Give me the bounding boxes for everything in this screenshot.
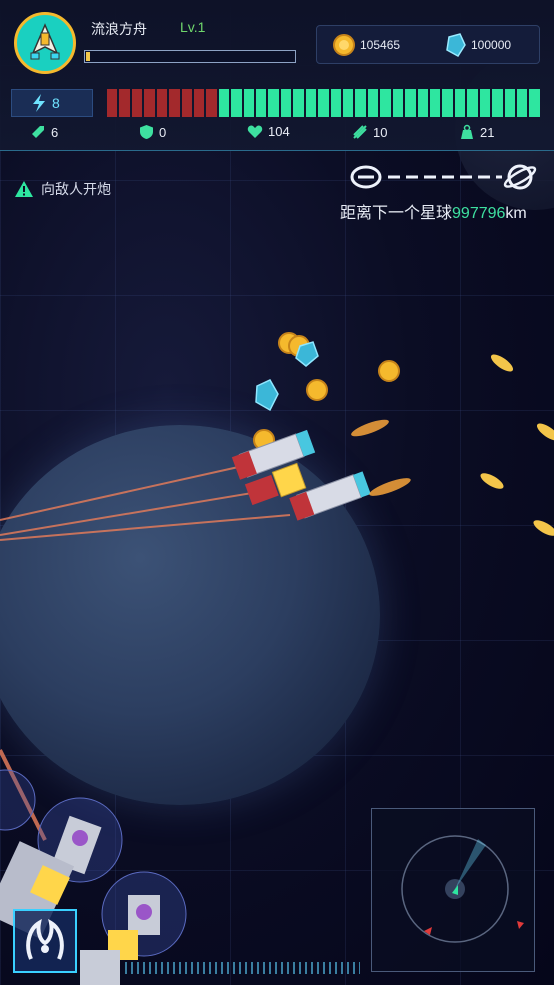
hp-segment <box>268 89 279 117</box>
hp-segment <box>429 89 441 117</box>
hp-segment <box>107 89 118 117</box>
hp-segment <box>305 89 317 117</box>
lightning-icon <box>33 94 45 112</box>
hp-segment <box>280 89 292 117</box>
resource-panel: 105465 100000 <box>316 25 540 64</box>
hp-segment <box>467 89 478 117</box>
speed-value: 10 <box>373 124 388 140</box>
distance-indicator <box>350 164 537 190</box>
hp-segment <box>231 89 242 117</box>
radar-display <box>401 835 524 943</box>
hp-segment <box>516 89 528 117</box>
speed-icon <box>353 125 367 139</box>
stat-shield: 0 <box>139 124 166 140</box>
ship-marker-icon <box>350 165 382 189</box>
crystal-icon <box>446 32 466 57</box>
heart-icon <box>247 125 263 138</box>
distance-prefix: 距离下一个星球 <box>340 205 453 222</box>
hp-segment <box>479 89 491 117</box>
ship-name: 流浪方舟 <box>91 21 147 37</box>
hp-segment <box>330 89 342 117</box>
shield-icon <box>140 125 153 139</box>
hp-segment <box>256 89 267 117</box>
hp-segment <box>144 89 155 117</box>
hp-segment <box>243 89 255 117</box>
laser-beams <box>0 459 291 841</box>
energy-value: 8 <box>52 95 60 111</box>
hp-segment <box>218 89 230 117</box>
hp-segment <box>119 89 130 117</box>
claw-icon <box>26 919 64 960</box>
crystal-resource[interactable]: 100000 <box>444 26 511 63</box>
gold-coin-icon <box>333 33 355 56</box>
spaceship-icon <box>30 23 60 60</box>
hp-segment <box>181 89 192 117</box>
skill-button[interactable] <box>13 909 77 973</box>
hp-segment <box>355 89 366 117</box>
hp-segment <box>156 89 168 117</box>
enemy-bullets <box>480 354 554 536</box>
hp-segment <box>504 89 515 117</box>
hp-segment <box>442 89 453 117</box>
missile-icon <box>32 126 44 138</box>
hp-segment <box>529 89 540 117</box>
hp-segment <box>193 89 205 117</box>
distance-unit: km <box>505 205 527 222</box>
hp-segment <box>454 89 466 117</box>
crystal-amount: 100000 <box>471 37 512 52</box>
gold-amount: 105465 <box>360 37 401 52</box>
energy-counter: 8 <box>11 89 93 117</box>
ship-level: Lv.1 <box>180 19 206 35</box>
health-value: 104 <box>268 124 290 139</box>
weight-icon <box>461 124 473 139</box>
hp-segment <box>131 89 143 117</box>
game-stage: { "player": { "ship_name": "流浪方舟", "leve… <box>0 0 554 985</box>
objective-alert: 向敌人开炮 <box>14 179 111 199</box>
hp-segment <box>206 89 217 117</box>
exp-fill <box>86 52 90 61</box>
gold-resource[interactable]: 105465 <box>333 26 400 63</box>
hp-segment <box>492 89 503 117</box>
hp-segment <box>318 89 329 117</box>
shield-value: 0 <box>159 124 167 140</box>
planet-icon <box>503 164 537 190</box>
distance-text: 距离下一个星球997796km <box>340 199 527 223</box>
ship-avatar[interactable] <box>14 12 76 74</box>
objective-text: 向敌人开炮 <box>41 181 111 197</box>
player-ship <box>231 429 371 521</box>
hp-segment <box>293 89 304 117</box>
hp-segment <box>380 89 391 117</box>
cargo-value: 21 <box>480 124 495 140</box>
charge-gauge <box>125 962 360 974</box>
stat-attack: 6 <box>30 124 58 140</box>
hp-segment <box>367 89 379 117</box>
stat-cargo: 21 <box>459 124 494 140</box>
stat-speed: 10 <box>352 124 387 140</box>
exp-bar <box>84 50 296 63</box>
radar-minimap[interactable] <box>371 808 535 972</box>
top-hud: 流浪方舟 Lv.1 105465 100000 8 6 0 104 10 21 <box>0 0 554 151</box>
hp-segment <box>405 89 416 117</box>
hp-segment <box>392 89 404 117</box>
hull-hp-bar <box>107 89 540 117</box>
stat-health: 104 <box>247 124 290 139</box>
hp-segment <box>169 89 180 117</box>
enemy-radar-marker <box>517 921 524 929</box>
warning-icon <box>15 181 33 197</box>
distance-value: 997796 <box>452 205 506 222</box>
hp-segment <box>417 89 428 117</box>
hp-segment <box>343 89 354 117</box>
attack-value: 6 <box>51 124 59 140</box>
